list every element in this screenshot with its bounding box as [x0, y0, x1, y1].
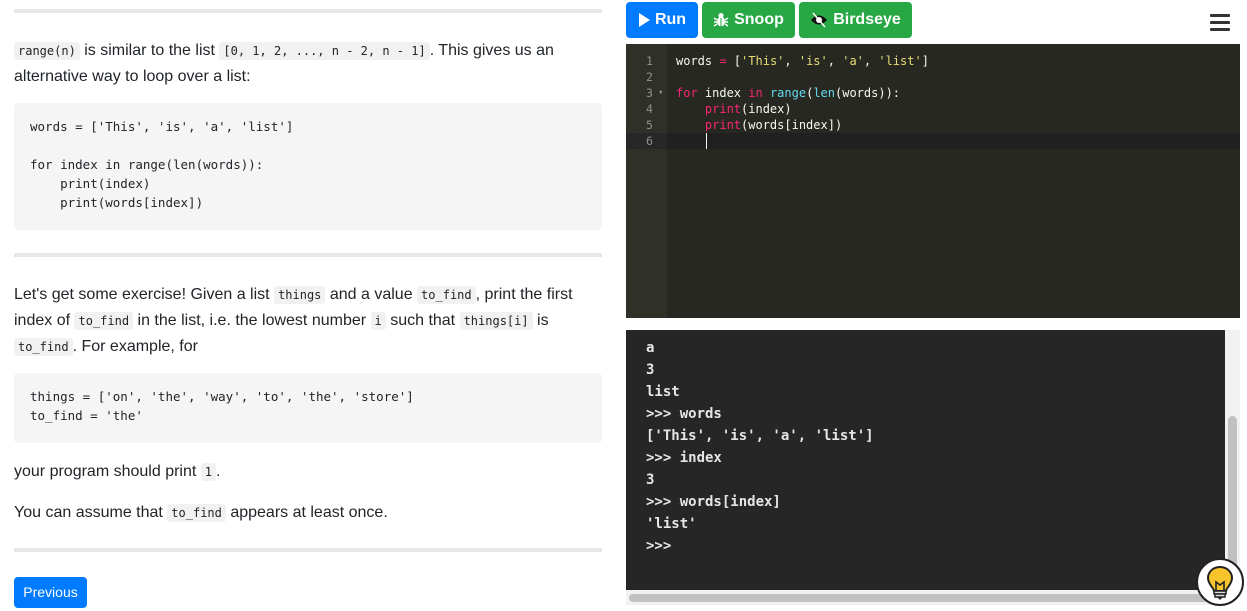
fold-marker-icon[interactable]: ▾ [658, 85, 663, 101]
code-line-3: for index in range(len(words)): [676, 86, 901, 100]
inline-code: i [370, 312, 386, 330]
line-number: 2 [646, 70, 653, 84]
text: You can assume that [14, 504, 168, 521]
paragraph-range: range(n) is similar to the list [0, 1, 2… [14, 38, 604, 89]
output-line: list [646, 384, 680, 400]
inline-code: to_find [167, 504, 226, 522]
inline-code: [0, 1, 2, ..., n - 2, n - 1] [219, 42, 430, 60]
code-example-things: things = ['on', 'the', 'way', 'to', 'the… [14, 373, 602, 443]
birdseye-button[interactable]: Birdseye [799, 2, 912, 38]
code-line: to_find = 'the' [30, 408, 143, 423]
scrollbar-thumb[interactable] [629, 594, 1219, 602]
hamburger-icon[interactable] [1210, 14, 1230, 32]
birdseye-label: Birdseye [833, 11, 901, 28]
eye-icon [811, 12, 828, 28]
code-line: print(words[index]) [30, 195, 204, 210]
code-line-4: print(index) [704, 102, 792, 116]
code-line: words = ['This', 'is', 'a', 'list'] [30, 119, 294, 134]
paragraph-assumption: You can assume that to_find appears at l… [14, 500, 604, 526]
output-line: a [646, 340, 655, 356]
text: Let's get some exercise! Given a list [14, 286, 275, 303]
code-line: for index in range(len(words)): [30, 157, 264, 172]
divider [14, 548, 602, 552]
code-example-words: words = ['This', 'is', 'a', 'list'] for … [14, 103, 602, 230]
text: . For example, for [72, 338, 198, 355]
code-editor[interactable]: 1 2 3 ▾ 4 5 6 words = ['This', 'is', 'a',… [626, 44, 1240, 318]
text: , print the first [475, 286, 573, 303]
code-line: print(index) [30, 176, 151, 191]
active-line-highlight [667, 133, 1240, 149]
inline-code: to_find [417, 286, 476, 304]
run-label: Run [654, 11, 687, 28]
output-line: ['This', 'is', 'a', 'list'] [646, 428, 874, 444]
text-cursor [706, 133, 707, 149]
output-line: >>> index [646, 450, 722, 466]
code-line-5: print(words[index]) [704, 118, 843, 132]
divider [14, 253, 602, 257]
code-line-1: words = ['This', 'is', 'a', 'list'] [676, 54, 929, 68]
text: in the list, i.e. the lowest number [133, 312, 371, 329]
console-vertical-scrollbar[interactable] [1225, 330, 1240, 590]
bug-icon [713, 13, 729, 27]
inline-code: to_find [74, 312, 134, 330]
lightbulb-icon [1206, 565, 1234, 600]
paragraph-output: your program should print 1. [14, 459, 604, 485]
inline-code: to_find [14, 338, 73, 356]
code-line: things = ['on', 'the', 'way', 'to', 'the… [30, 389, 414, 404]
output-line: >>> words[index] [646, 494, 781, 510]
text: is similar to the list [79, 42, 220, 59]
text: and a value [325, 286, 418, 303]
hint-button[interactable] [1196, 558, 1244, 606]
divider [14, 9, 602, 13]
output-line: 3 [646, 362, 655, 378]
console-horizontal-scrollbar[interactable] [626, 590, 1225, 605]
output-line: 3 [646, 472, 655, 488]
snoop-label: Snoop [734, 11, 784, 28]
text: . [216, 463, 221, 480]
output-line: 'list' [646, 516, 697, 532]
previous-button[interactable]: Previous [14, 577, 87, 608]
text: your program should print [14, 463, 201, 480]
run-button[interactable]: Run [626, 2, 698, 38]
text: . This gives us an [429, 42, 554, 59]
text: alternative way to loop over a list: [14, 68, 251, 85]
inline-code: range(n) [14, 42, 80, 60]
text: appears at least once. [225, 504, 388, 521]
line-number: 4 [646, 102, 653, 116]
shell-prompt[interactable]: >>> [646, 535, 671, 557]
output-line: >>> words [646, 406, 722, 422]
paragraph-exercise: Let's get some exercise! Given a list th… [14, 282, 604, 360]
play-icon [638, 13, 650, 27]
line-number: 5 [646, 118, 653, 132]
inline-code: 1 [200, 463, 216, 481]
text: index of [14, 312, 75, 329]
line-number: 6 [646, 134, 653, 148]
line-number: 1 [646, 54, 653, 68]
text: is [532, 312, 549, 329]
snoop-button[interactable]: Snoop [702, 2, 795, 38]
inline-code: things[i] [459, 312, 533, 330]
shell-output[interactable]: a 3 list >>> words ['This', 'is', 'a', '… [626, 330, 1225, 590]
inline-code: things [274, 286, 326, 304]
text: such that [385, 312, 460, 329]
line-number: 3 ▾ [646, 85, 664, 101]
instructions-pane: range(n) is similar to the list [0, 1, 2… [0, 0, 620, 611]
